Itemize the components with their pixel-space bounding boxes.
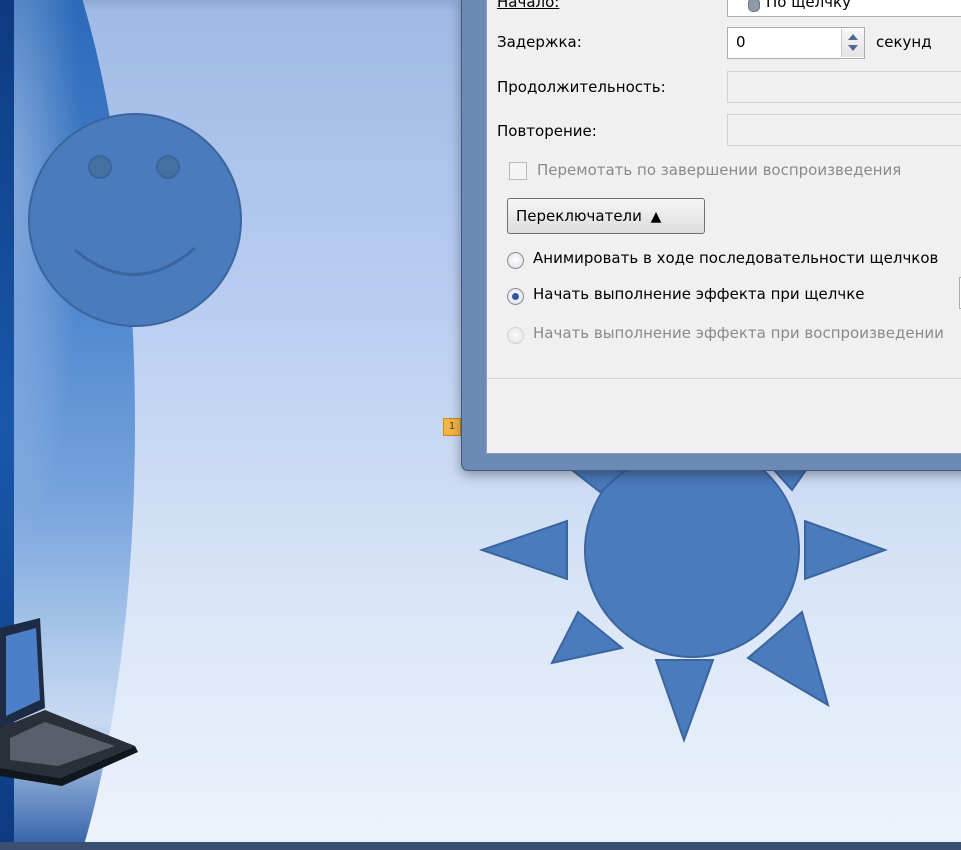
animation-order-marker[interactable]: 1	[443, 418, 461, 436]
sun-shape[interactable]	[478, 442, 888, 743]
smiley-shape[interactable]	[28, 113, 242, 327]
start-on-click-radio[interactable]	[507, 288, 524, 305]
timing-panel: Начало: По щелчку Задержка: 0 секунд Про…	[486, 0, 961, 454]
spin-down-icon[interactable]	[848, 45, 858, 51]
delay-input[interactable]: 0	[727, 27, 865, 59]
start-select-value: По щелчку	[766, 0, 851, 11]
smiley-right-eye	[156, 155, 180, 179]
delay-unit: секунд	[876, 33, 932, 51]
rewind-label: Перемотать по завершении воспроизведения	[537, 161, 902, 179]
dialog-separator	[487, 378, 961, 379]
delay-spinner[interactable]	[841, 29, 864, 57]
start-on-click-label: Начать выполнение эффекта при щелчке	[533, 285, 865, 303]
triggers-button[interactable]: Переключатели ▲	[507, 198, 705, 234]
start-on-playback-radio[interactable]	[507, 327, 524, 344]
smiley-left-eye	[88, 155, 112, 179]
spin-up-icon[interactable]	[848, 34, 858, 40]
start-label: Начало:	[497, 0, 560, 11]
repeat-select[interactable]	[727, 114, 961, 146]
animate-in-sequence-radio[interactable]	[507, 252, 524, 269]
sun-ray-bottom	[654, 659, 715, 743]
delay-input-value: 0	[736, 33, 746, 51]
rewind-checkbox[interactable]	[509, 162, 527, 180]
repeat-label: Повторение:	[497, 122, 597, 140]
mouse-icon	[748, 0, 760, 12]
triggers-button-label: Переключатели	[516, 207, 642, 225]
start-select[interactable]: По щелчку	[727, 0, 961, 17]
duration-label: Продолжительность:	[497, 78, 666, 96]
collapse-arrows-icon: ▲	[650, 209, 662, 225]
delay-label: Задержка:	[497, 33, 582, 51]
sun-ray-left	[478, 519, 568, 581]
start-on-playback-label: Начать выполнение эффекта при воспроизве…	[533, 324, 944, 342]
animate-in-sequence-label: Анимировать в ходе последовательности ще…	[533, 249, 939, 267]
delay-label-text: Задержка:	[497, 33, 582, 51]
duration-select[interactable]	[727, 71, 961, 103]
sun-ray-right	[804, 519, 888, 581]
effect-timing-dialog: Начало: По щелчку Задержка: 0 секунд Про…	[461, 0, 961, 471]
slide-bottom-bar	[0, 842, 961, 850]
